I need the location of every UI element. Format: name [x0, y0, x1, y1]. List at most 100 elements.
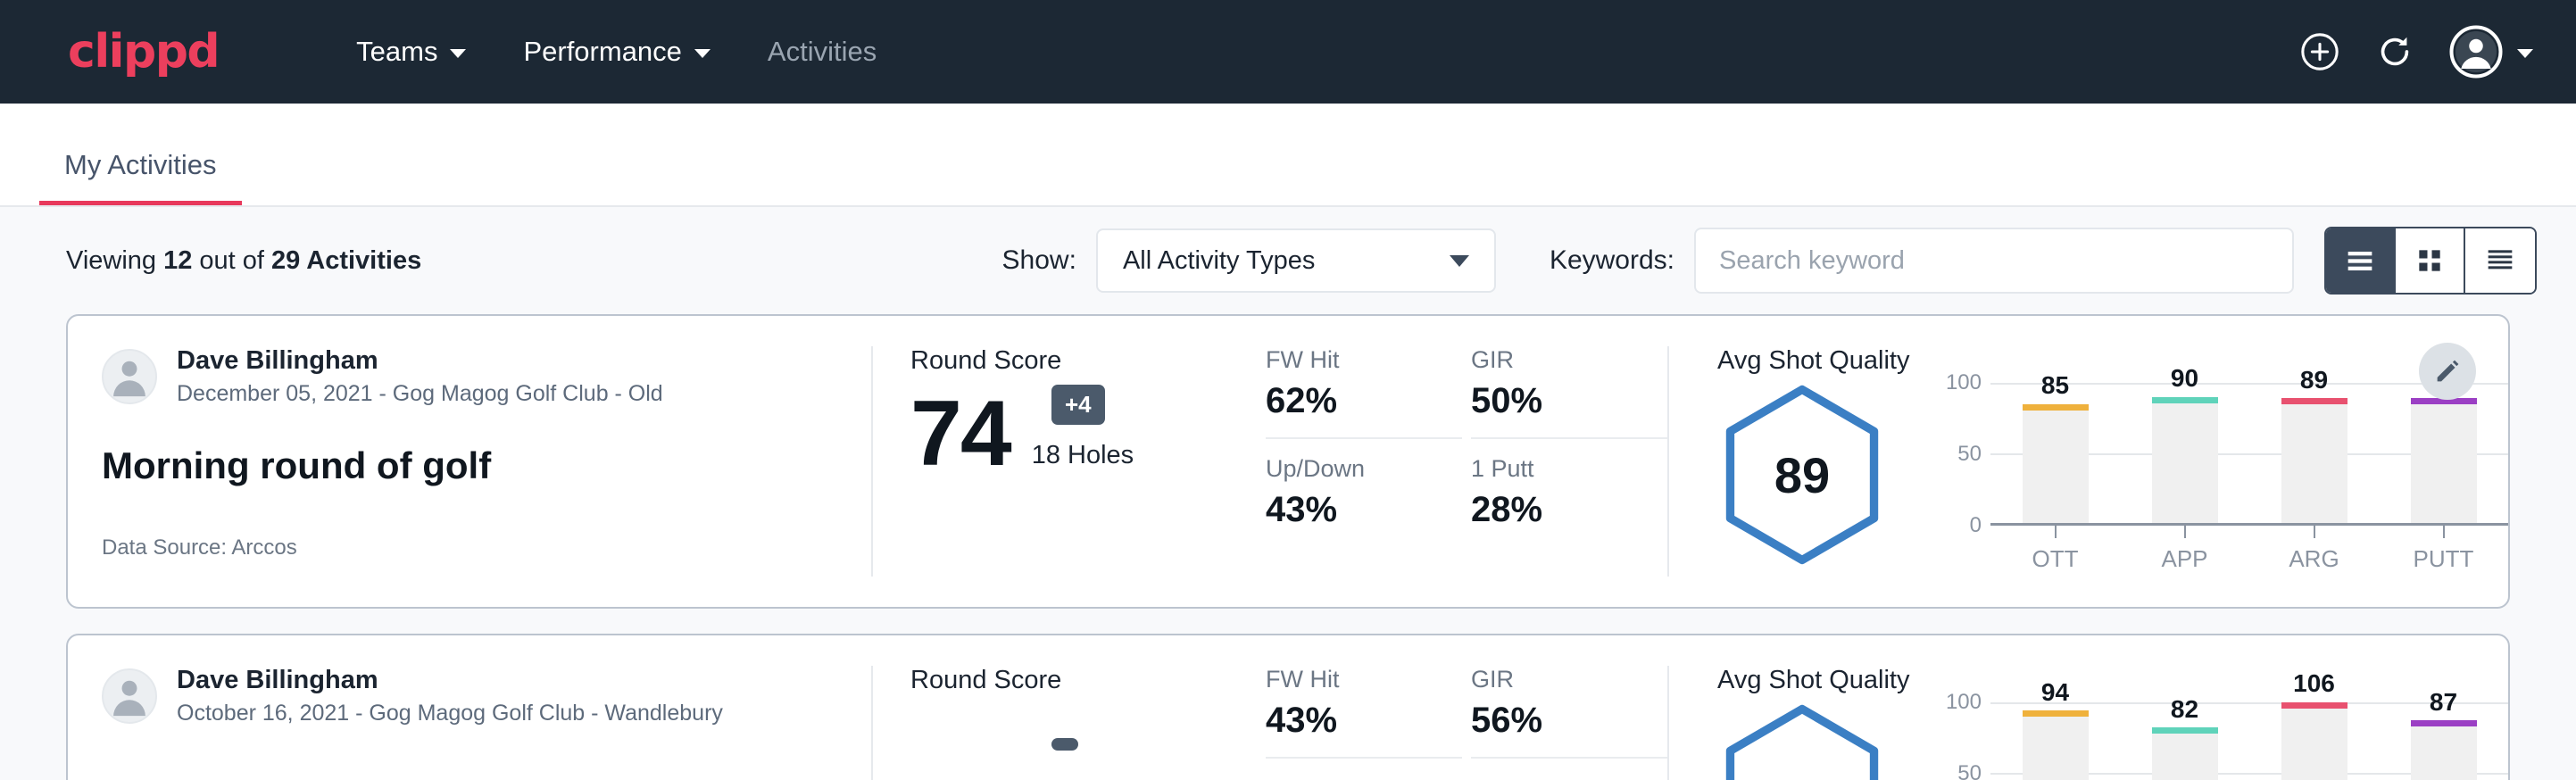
activity-info-column: Dave Billingham December 05, 2021 - Gog … — [68, 316, 871, 607]
x-tick-mark — [2184, 526, 2186, 538]
top-navigation-bar: clippd Teams Performance Activities — [0, 0, 2576, 104]
bar-cap-app — [2152, 727, 2218, 734]
stat-label: 1 Putt — [1471, 455, 1637, 483]
y-tick-0: 0 — [1970, 513, 1982, 538]
x-slot-ott: OTT — [2023, 526, 2089, 573]
activity-card-list: Dave Billingham December 05, 2021 - Gog … — [0, 314, 2576, 780]
round-score-column: Round Score 74 +4 18 Holes — [873, 316, 1248, 607]
stat-value: 43% — [1266, 701, 1432, 741]
bar-putt — [2411, 720, 2477, 780]
bar-ott — [2023, 710, 2089, 780]
stats-grid: FW Hit 43% GIR 56% — [1266, 666, 1667, 759]
activity-card[interactable]: Dave Billingham December 05, 2021 - Gog … — [66, 314, 2510, 609]
person-avatar-icon — [104, 668, 155, 722]
y-tick-50: 50 — [1957, 442, 1982, 467]
bar-value-app: 90 — [2152, 364, 2218, 393]
author-text-block: Dave Billingham October 16, 2021 - Gog M… — [177, 666, 723, 726]
stat-fw-hit: FW Hit 62% — [1266, 346, 1462, 439]
quality-hex-wrap — [1717, 702, 1908, 780]
x-tick-mark — [2314, 526, 2315, 538]
viewing-middle: out of — [192, 246, 271, 275]
stat-value: 56% — [1471, 701, 1637, 741]
bar-arg — [2281, 398, 2347, 523]
bar-value-ott: 94 — [2023, 678, 2089, 707]
list-view-button[interactable] — [2326, 228, 2396, 293]
bar-value-app: 82 — [2152, 695, 2218, 724]
bar-slot-ott: 85 — [2023, 383, 2089, 523]
x-label-app: APP — [2152, 545, 2218, 573]
quality-body: 89 100 50 0 — [1717, 383, 2508, 573]
avg-shot-quality-label: Avg Shot Quality — [1717, 346, 2508, 376]
stat-value: 50% — [1471, 381, 1637, 421]
x-label-ott: OTT — [2023, 545, 2089, 573]
grid-view-icon — [2412, 243, 2447, 278]
bar-slot-app: 90 — [2152, 383, 2218, 523]
stats-column: FW Hit 43% GIR 56% — [1248, 635, 1667, 780]
activity-card[interactable]: Dave Billingham October 16, 2021 - Gog M… — [66, 634, 2510, 780]
bar-cap-ott — [2023, 710, 2089, 717]
stats-grid: FW Hit 62% GIR 50% Up/Down 43% 1 Putt 28… — [1266, 346, 1667, 530]
y-axis: 100 50 0 — [1935, 702, 1990, 780]
bar-slot-app: 82 — [2152, 702, 2218, 780]
tab-my-activities[interactable]: My Activities — [39, 149, 242, 205]
add-activity-button[interactable] — [2299, 31, 2340, 72]
shot-quality-bar-chart: 100 50 0 85 — [1935, 383, 2508, 573]
search-input[interactable]: Search keyword — [1694, 228, 2294, 294]
nav-item-activities[interactable]: Activities — [739, 36, 905, 68]
viewing-prefix: Viewing — [66, 246, 163, 275]
x-slot-app: APP — [2152, 526, 2218, 573]
viewing-total: 29 Activities — [271, 246, 421, 275]
round-score-column: Round Score — [873, 635, 1248, 780]
author-name: Dave Billingham — [177, 666, 723, 695]
avg-shot-quality-value: 89 — [1717, 383, 1887, 567]
bar-value-arg: 106 — [2281, 669, 2347, 698]
edit-activity-button[interactable] — [2419, 343, 2476, 400]
activity-meta: October 16, 2021 - Gog Magog Golf Club -… — [177, 701, 723, 726]
clippd-logo[interactable]: clippd — [68, 25, 219, 79]
pencil-icon — [2433, 357, 2462, 386]
bar-cap-putt — [2411, 720, 2477, 726]
grid-view-button[interactable] — [2396, 228, 2465, 293]
bar-slot-arg: 89 — [2281, 383, 2347, 523]
stat-value: 28% — [1471, 490, 1637, 530]
quality-hex-wrap: 89 — [1717, 383, 1908, 567]
compact-view-button[interactable] — [2465, 228, 2535, 293]
avatar — [102, 668, 157, 724]
plot-area: 85 90 — [1990, 383, 2508, 526]
chart-inner: 100 50 0 94 — [1935, 702, 2508, 780]
activity-title: Morning round of golf — [102, 444, 850, 487]
bar-value-ott: 85 — [2023, 371, 2089, 400]
activity-type-select[interactable]: All Activity Types — [1096, 228, 1496, 293]
x-axis: OTT APP ARG PUTT — [1990, 526, 2508, 573]
x-tick-mark — [2443, 526, 2445, 538]
account-menu[interactable] — [2449, 25, 2533, 79]
data-source-label: Data Source: Arccos — [102, 535, 850, 560]
keywords-label: Keywords: — [1550, 245, 1674, 276]
bar-app — [2152, 727, 2218, 780]
x-slot-putt: PUTT — [2411, 526, 2477, 573]
activity-author: Dave Billingham December 05, 2021 - Gog … — [102, 346, 850, 407]
x-tick-mark — [2055, 526, 2057, 538]
stat-gir: GIR 56% — [1471, 666, 1667, 759]
account-avatar-icon — [2449, 25, 2503, 79]
plot-area: 94 82 — [1990, 702, 2508, 780]
bar-cap-app — [2152, 397, 2218, 403]
refresh-icon — [2374, 31, 2415, 72]
bar-value-arg: 89 — [2281, 366, 2347, 394]
stat-fw-hit: FW Hit 43% — [1266, 666, 1462, 759]
author-name: Dave Billingham — [177, 346, 663, 376]
holes-played: 18 Holes — [1032, 441, 1134, 477]
bar-cap-ott — [2023, 404, 2089, 411]
quality-hexagon: 89 — [1717, 383, 1887, 567]
x-slot-arg: ARG — [2281, 526, 2347, 573]
nav-item-teams[interactable]: Teams — [328, 36, 494, 68]
nav-item-performance[interactable]: Performance — [494, 36, 738, 68]
bar-app — [2152, 397, 2218, 523]
viewing-count-text: Viewing 12 out of 29 Activities — [66, 246, 421, 276]
stat-label: GIR — [1471, 346, 1637, 374]
round-score-row: 74 +4 18 Holes — [910, 392, 1248, 477]
x-label-putt: PUTT — [2411, 545, 2477, 573]
person-avatar-icon — [104, 349, 155, 402]
plus-circle-icon — [2299, 31, 2340, 72]
refresh-button[interactable] — [2374, 31, 2415, 72]
